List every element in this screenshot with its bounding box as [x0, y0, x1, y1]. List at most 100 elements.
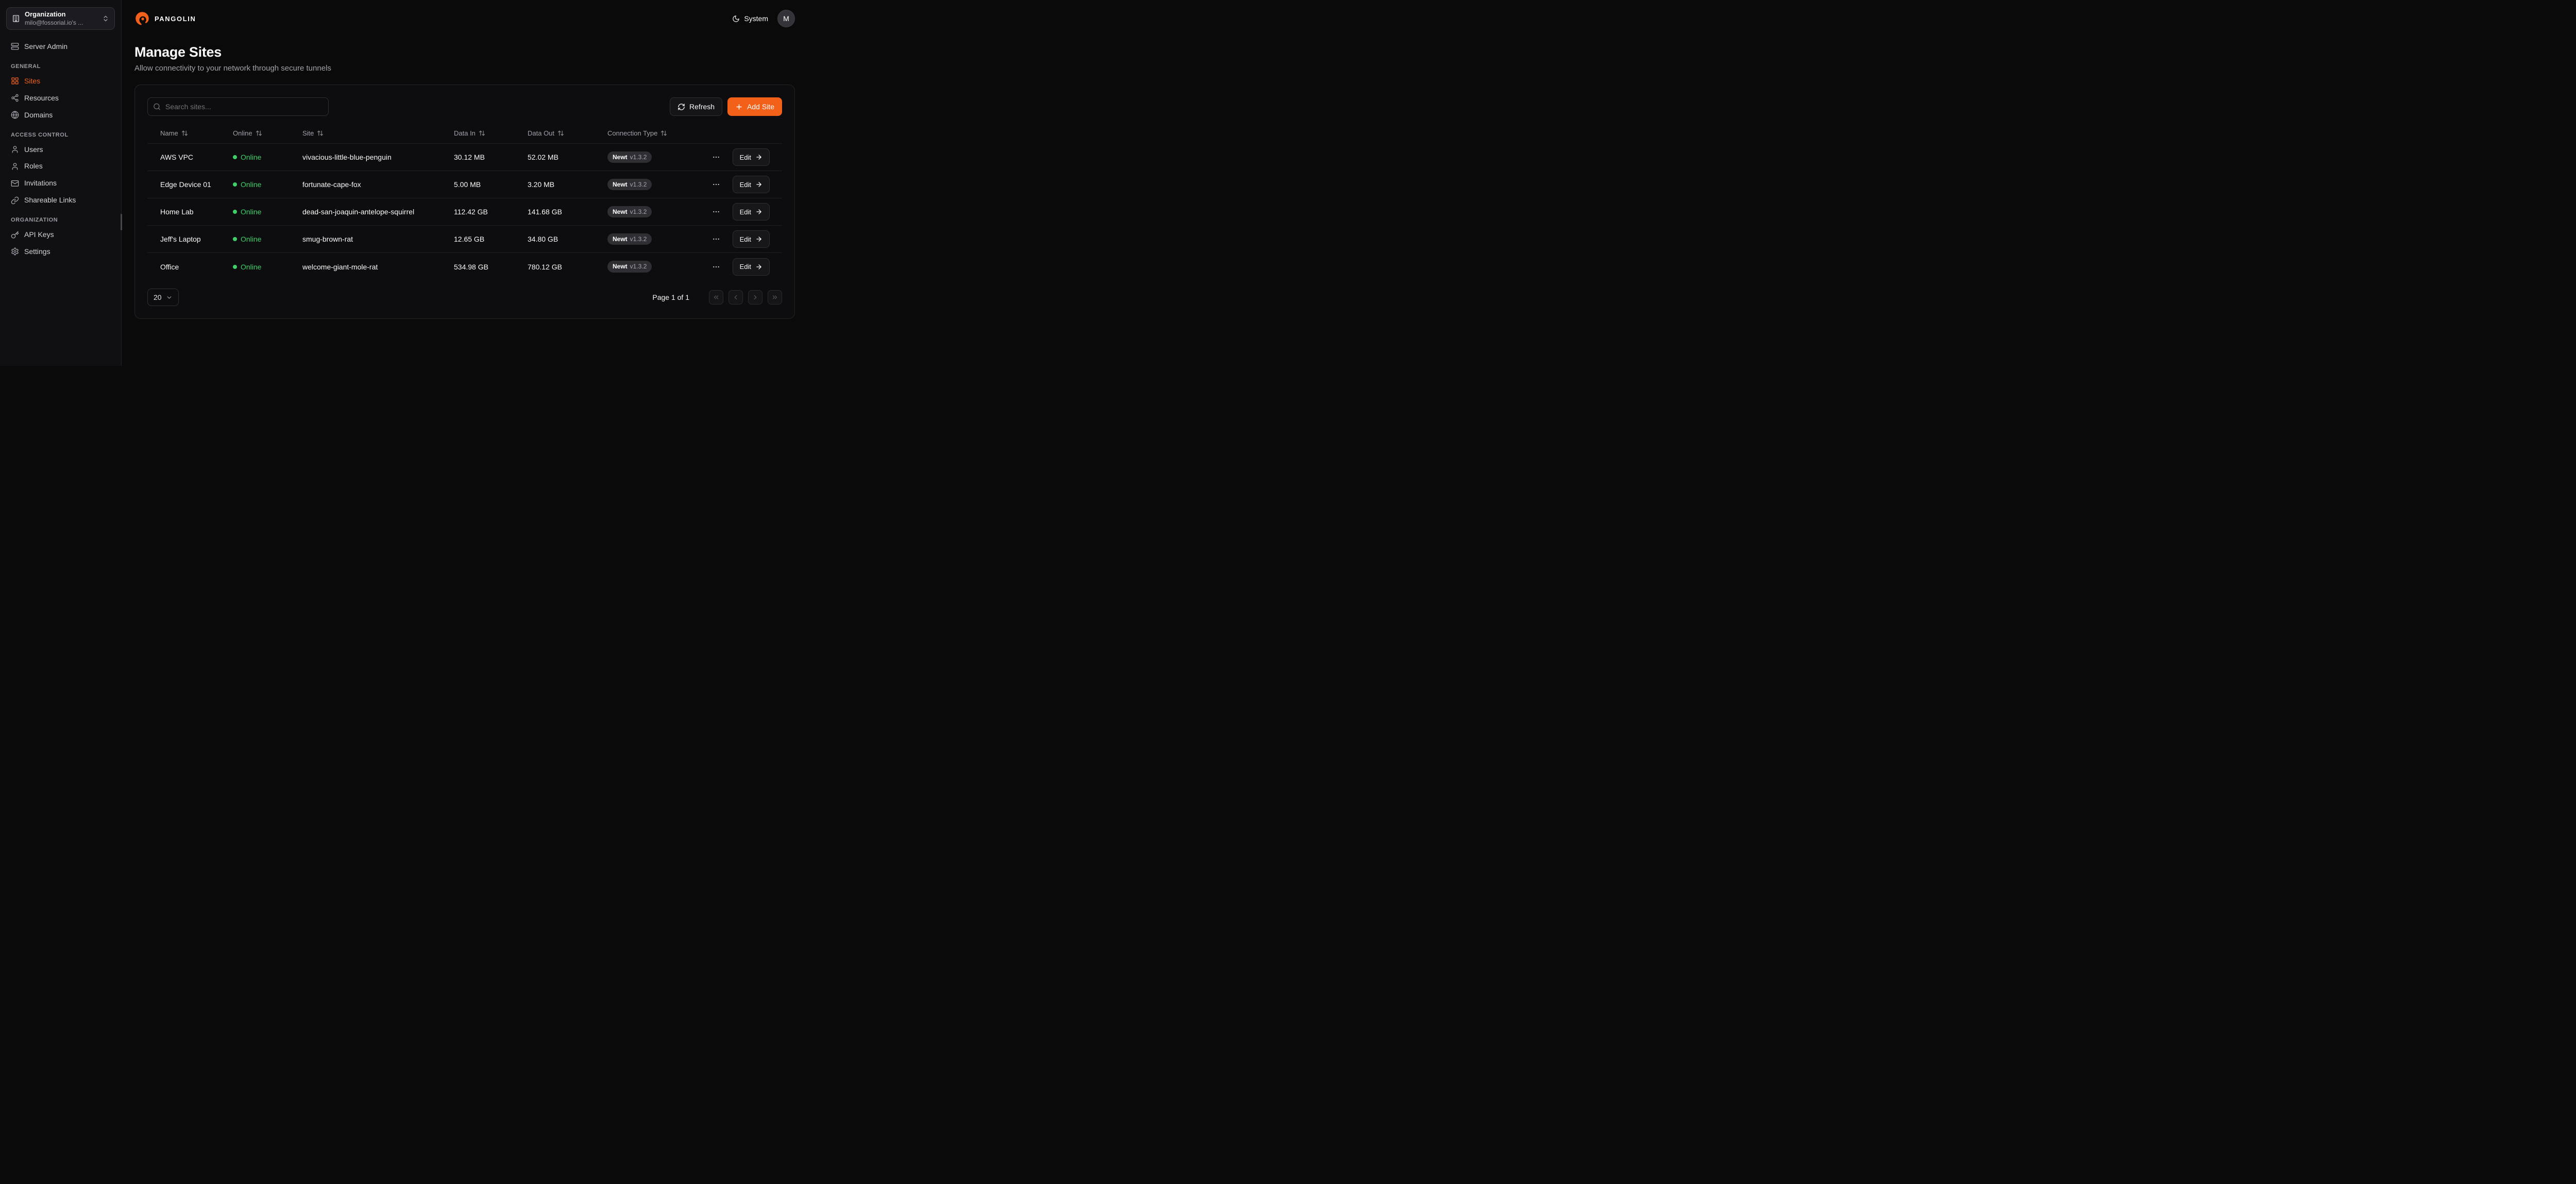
cell-actions: Edit — [710, 258, 770, 276]
org-picker-subtitle: milo@fossorial.io's ... — [25, 19, 97, 27]
row-menu-button[interactable] — [710, 178, 722, 191]
edit-label: Edit — [740, 235, 751, 243]
avatar[interactable]: M — [777, 10, 795, 27]
sidebar-item-resources[interactable]: Resources — [6, 90, 115, 107]
row-menu-button[interactable] — [710, 261, 722, 273]
cell-actions: Edit — [710, 176, 770, 193]
cell-site: dead-san-joaquin-antelope-squirrel — [302, 208, 454, 216]
sidebar-item-settings[interactable]: Settings — [6, 243, 115, 260]
sort-icon — [181, 130, 188, 137]
chevron-right-icon — [752, 294, 759, 301]
table-row: Jeff's Laptop Online smug-brown-rat 12.6… — [147, 226, 782, 253]
column-header-site[interactable]: Site — [302, 129, 454, 137]
online-status-dot — [233, 155, 237, 159]
cell-actions: Edit — [710, 148, 770, 166]
row-menu-button[interactable] — [710, 206, 722, 218]
server-icon — [11, 42, 19, 50]
cell-data-in: 5.00 MB — [454, 180, 528, 189]
row-menu-button[interactable] — [710, 233, 722, 245]
cell-name: Jeff's Laptop — [160, 235, 233, 243]
row-menu-button[interactable] — [710, 151, 722, 163]
sidebar-scrollbar-thumb[interactable] — [121, 214, 122, 230]
conn-version: v1.3.2 — [630, 235, 647, 244]
page-title: Manage Sites — [134, 44, 795, 60]
cell-connection-type: Newt v1.3.2 — [607, 151, 710, 163]
previous-page-button[interactable] — [728, 290, 743, 305]
sidebar-item-invitations[interactable]: Invitations — [6, 175, 115, 192]
column-header-name[interactable]: Name — [160, 129, 233, 137]
sites-card: Refresh Add Site Name Online — [134, 84, 795, 319]
moon-icon — [732, 15, 740, 23]
sidebar-item-api-keys[interactable]: API Keys — [6, 226, 115, 243]
online-status-dot — [233, 265, 237, 269]
add-site-label: Add Site — [747, 103, 774, 111]
sort-icon — [256, 130, 262, 137]
table-body: AWS VPC Online vivacious-little-blue-pen… — [147, 144, 782, 280]
column-label: Name — [160, 129, 178, 137]
column-header-connection-type[interactable]: Connection Type — [607, 129, 770, 137]
ellipsis-icon — [712, 208, 720, 216]
arrow-right-icon — [755, 208, 762, 215]
theme-toggle-button[interactable]: System — [732, 14, 768, 23]
chevrons-right-icon — [771, 294, 778, 301]
edit-button[interactable]: Edit — [733, 258, 770, 276]
edit-button[interactable]: Edit — [733, 230, 770, 248]
cell-connection-type: Newt v1.3.2 — [607, 233, 710, 245]
gear-icon — [11, 247, 19, 256]
page-size-select[interactable]: 20 — [147, 289, 179, 306]
sidebar-item-label: Users — [24, 145, 43, 155]
search-input[interactable] — [147, 97, 329, 116]
cell-name: Home Lab — [160, 208, 233, 216]
connection-type-badge: Newt v1.3.2 — [607, 261, 652, 273]
next-page-button[interactable] — [748, 290, 762, 305]
sort-icon — [317, 130, 324, 137]
sidebar-item-label: Shareable Links — [24, 195, 76, 205]
edit-label: Edit — [740, 208, 751, 216]
online-status-label: Online — [241, 208, 261, 216]
refresh-button[interactable]: Refresh — [670, 97, 722, 116]
edit-button[interactable]: Edit — [733, 203, 770, 221]
arrow-right-icon — [755, 235, 762, 243]
sidebar-item-domains[interactable]: Domains — [6, 107, 115, 124]
cell-data-out: 141.68 GB — [528, 208, 607, 216]
app-root: Organization milo@fossorial.io's ... Ser… — [0, 0, 808, 366]
conn-version: v1.3.2 — [630, 208, 647, 216]
cell-site: welcome-giant-mole-rat — [302, 263, 454, 271]
sidebar-item-users[interactable]: Users — [6, 141, 115, 158]
sidebar-item-server-admin[interactable]: Server Admin — [6, 38, 115, 55]
sidebar-item-sites[interactable]: Sites — [6, 73, 115, 90]
cell-connection-type: Newt v1.3.2 — [607, 206, 710, 218]
chevrons-left-icon — [713, 294, 720, 301]
user-icon — [11, 145, 19, 154]
table-row: Edge Device 01 Online fortunate-cape-fox… — [147, 171, 782, 198]
cell-data-out: 3.20 MB — [528, 180, 607, 189]
edit-label: Edit — [740, 154, 751, 161]
edit-button[interactable]: Edit — [733, 148, 770, 166]
first-page-button[interactable] — [709, 290, 723, 305]
sites-toolbar: Refresh Add Site — [147, 97, 782, 116]
column-header-online[interactable]: Online — [233, 129, 302, 137]
sidebar-item-shareable-links[interactable]: Shareable Links — [6, 192, 115, 209]
column-header-data-in[interactable]: Data In — [454, 129, 528, 137]
online-status-label: Online — [241, 263, 261, 271]
refresh-icon — [677, 103, 685, 111]
column-header-data-out[interactable]: Data Out — [528, 129, 607, 137]
sidebar-item-roles[interactable]: Roles — [6, 158, 115, 175]
theme-toggle-label: System — [744, 14, 768, 23]
arrow-right-icon — [755, 263, 762, 270]
org-picker[interactable]: Organization milo@fossorial.io's ... — [6, 7, 115, 30]
sidebar-nav: Server Admin GENERAL Sites Resources Dom… — [6, 38, 115, 260]
edit-button[interactable]: Edit — [733, 176, 770, 193]
cell-data-in: 534.98 GB — [454, 263, 528, 271]
brand-name: PANGOLIN — [155, 15, 196, 23]
mail-icon — [11, 179, 19, 188]
last-page-button[interactable] — [768, 290, 782, 305]
layout-grid-icon — [11, 77, 19, 85]
sidebar-item-label: Resources — [24, 93, 59, 103]
search-box — [147, 97, 329, 116]
brand-link[interactable]: PANGOLIN — [134, 11, 196, 26]
arrow-right-icon — [755, 181, 762, 188]
user-icon — [11, 162, 19, 171]
add-site-button[interactable]: Add Site — [727, 97, 782, 116]
cell-online-status: Online — [233, 180, 302, 189]
